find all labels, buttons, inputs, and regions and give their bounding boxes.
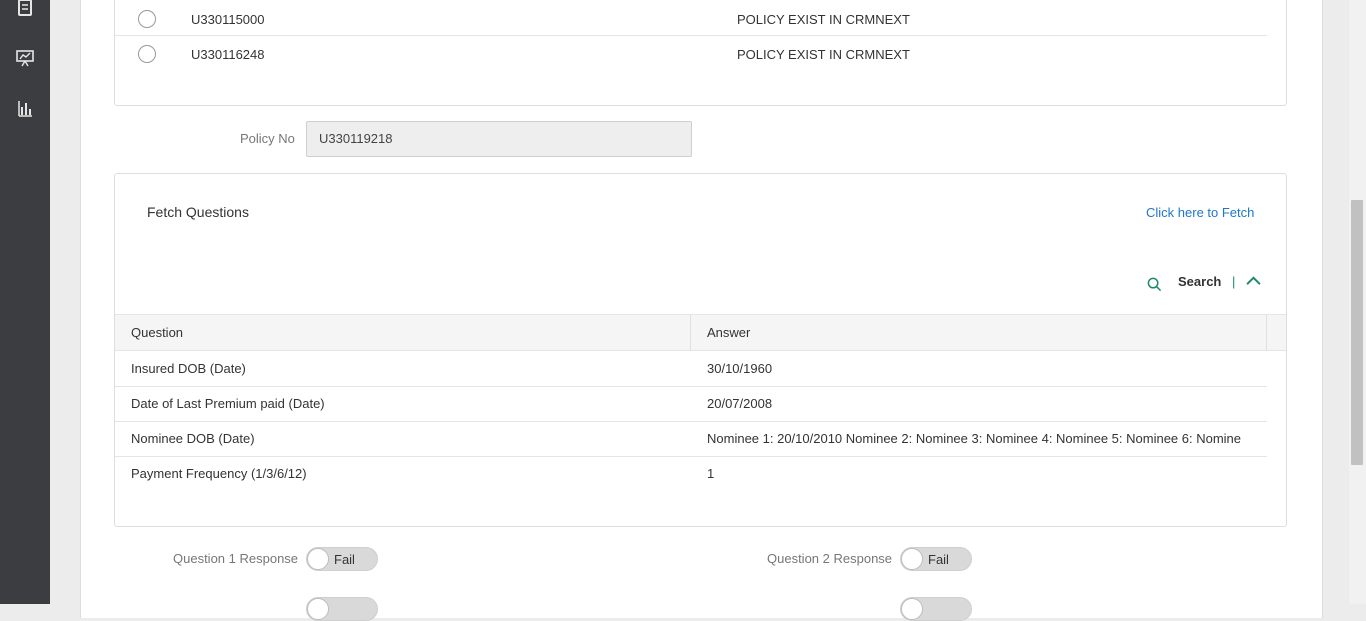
question-3-response-toggle[interactable] [306,597,378,621]
question-cell: Insured DOB (Date) [131,361,246,376]
answer-cell: 1 [707,466,715,481]
chevron-up-icon[interactable] [1246,275,1261,287]
presentation-icon[interactable] [15,48,35,68]
question-cell: Date of Last Premium paid (Date) [131,396,325,411]
question-1-response-label: Question 1 Response [173,551,299,566]
question-2-response-label: Question 2 Response [767,551,893,566]
policy-radio[interactable] [138,45,156,63]
question-cell: Payment Frequency (1/3/6/12) [131,466,307,481]
fetch-questions-card: Fetch Questions Click here to Fetch Sear… [114,173,1287,527]
question-1-response-toggle[interactable]: Fail [306,547,378,571]
question-cell: Nominee DOB (Date) [131,431,255,446]
toggle-value: Fail [928,552,949,567]
left-sidebar [0,0,50,604]
policy-number: U330115000 [191,12,265,27]
policy-number: U330116248 [191,47,265,62]
row-divider [115,456,1267,457]
row-divider [115,386,1267,387]
fetch-questions-title: Fetch Questions [147,204,249,220]
row-divider [115,421,1267,422]
column-header-answer[interactable]: Answer [707,325,750,340]
column-divider [1266,315,1267,350]
policy-radio[interactable] [138,10,156,28]
toggle-knob [307,598,329,620]
policy-no-field[interactable]: U330119218 [306,121,692,157]
search-icon[interactable] [1147,277,1162,292]
column-header-question[interactable]: Question [131,325,183,340]
row-divider [115,35,1267,36]
vertical-scrollbar[interactable] [1349,0,1366,604]
bar-chart-icon[interactable] [15,98,35,118]
toggle-knob [307,548,329,570]
policy-status: POLICY EXIST IN CRMNEXT [737,12,910,27]
toggle-value: Fail [334,552,355,567]
receipt-icon[interactable] [15,0,35,20]
toggle-knob [901,548,923,570]
table-header: Question Answer [115,314,1286,351]
column-divider [690,315,691,350]
policy-no-label: Policy No [240,131,295,146]
scrollbar-thumb[interactable] [1351,200,1363,465]
policy-list-card: U330115000 POLICY EXIST IN CRMNEXT U3301… [114,0,1287,106]
toggle-knob [901,598,923,620]
policy-status: POLICY EXIST IN CRMNEXT [737,47,910,62]
answer-cell: Nominee 1: 20/10/2010 Nominee 2: Nominee… [707,431,1242,446]
toolbar-separator: | [1232,274,1236,289]
answer-cell: 20/07/2008 [707,396,773,411]
question-2-response-toggle[interactable]: Fail [900,547,972,571]
answer-cell: 30/10/1960 [707,361,773,376]
fetch-link[interactable]: Click here to Fetch [1146,205,1254,220]
search-button[interactable]: Search [1178,274,1221,289]
question-4-response-toggle[interactable] [900,597,972,621]
